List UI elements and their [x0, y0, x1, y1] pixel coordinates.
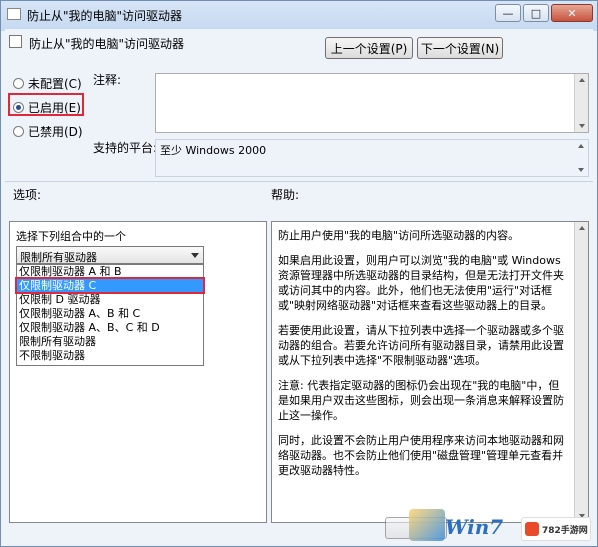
site-logo-icon	[525, 522, 539, 536]
help-scrollbar[interactable]	[574, 222, 588, 522]
radio-circle-selected[interactable]	[13, 102, 24, 113]
divider	[5, 181, 593, 182]
watermark-badge: 782手游网	[521, 517, 591, 541]
radio-label: 未配置(C)	[28, 77, 82, 91]
help-paragraph: 如果启用此设置，则用户可以浏览"我的电脑"或 Windows 资源管理器中所选驱…	[278, 254, 564, 312]
window-controls: — □ ✕	[495, 4, 593, 22]
next-setting-button[interactable]: 下一个设置(N)	[417, 37, 503, 59]
list-item[interactable]: 仅限制驱动器 A、B 和 C	[17, 307, 203, 321]
maximize-button[interactable]: □	[523, 4, 549, 22]
radio-label: 已禁用(D)	[28, 125, 83, 139]
help-panel: 防止用户使用"我的电脑"访问所选驱动器的内容。 如果启用此设置，则用户可以浏览"…	[271, 221, 589, 523]
policy-title: 防止从"我的电脑"访问驱动器	[29, 37, 185, 51]
policy-dialog-window: 防止从"我的电脑"访问驱动器 — □ ✕ 防止从"我的电脑"访问驱动器 上一个设…	[0, 0, 598, 547]
comment-scrollbar[interactable]	[574, 74, 588, 132]
previous-setting-button[interactable]: 上一个设置(P)	[325, 37, 413, 59]
policy-icon	[7, 8, 21, 20]
watermark-site: 782手游网	[542, 525, 588, 536]
comment-label: 注释:	[93, 73, 122, 87]
scroll-up-arrow-icon[interactable]	[579, 78, 585, 82]
close-button[interactable]: ✕	[551, 4, 593, 22]
chevron-down-icon[interactable]	[191, 253, 199, 258]
help-paragraph: 同时，此设置不会防止用户使用程序来访问本地驱动器和网络驱动器。也不会防止他们使用…	[278, 434, 564, 477]
windows-logo-icon	[409, 509, 445, 541]
scroll-down-arrow-icon[interactable]	[578, 168, 584, 172]
drive-restriction-combo[interactable]: 限制所有驱动器	[16, 246, 204, 264]
policy-small-icon	[9, 35, 22, 48]
combo-label: 选择下列组合中的一个	[16, 230, 126, 243]
watermark-brand: Win7	[445, 515, 504, 539]
radio-not-configured[interactable]: 未配置(C)	[13, 75, 82, 92]
help-paragraph: 若要使用此设置，请从下拉列表中选择一个驱动器或多个驱动器的组合。若要允许访问所有…	[278, 324, 564, 367]
radio-label: 已启用(E)	[28, 101, 81, 115]
title-bar[interactable]: 防止从"我的电脑"访问驱动器 — □ ✕	[1, 1, 597, 29]
radio-disabled[interactable]: 已禁用(D)	[13, 123, 83, 140]
minimize-button[interactable]: —	[495, 4, 521, 22]
help-text: 防止用户使用"我的电脑"访问所选驱动器的内容。 如果启用此设置，则用户可以浏览"…	[278, 228, 568, 488]
radio-circle[interactable]	[13, 78, 24, 89]
comment-textbox[interactable]	[155, 73, 589, 133]
help-paragraph: 注意: 代表指定驱动器的图标仍会出现在"我的电脑"中，但是如果用户双击这些图标，…	[278, 379, 564, 422]
scroll-down-arrow-icon[interactable]	[579, 124, 585, 128]
scroll-up-arrow-icon[interactable]	[579, 226, 585, 230]
radio-enabled[interactable]: 已启用(E)	[13, 99, 81, 116]
list-item[interactable]: 仅限制 D 驱动器	[17, 293, 203, 307]
options-panel: 选择下列组合中的一个 限制所有驱动器 仅限制驱动器 A 和 B 仅限制驱动器 C…	[9, 221, 267, 523]
help-paragraph: 防止用户使用"我的电脑"访问所选驱动器的内容。	[278, 229, 520, 242]
list-item[interactable]: 仅限制驱动器 A、B、C 和 D	[17, 321, 203, 335]
window-title: 防止从"我的电脑"访问驱动器	[27, 9, 183, 23]
platform-value: 至少 Windows 2000	[160, 144, 267, 157]
list-item[interactable]: 限制所有驱动器	[17, 335, 203, 349]
platform-box: 至少 Windows 2000	[155, 139, 589, 177]
dialog-content: 防止从"我的电脑"访问驱动器 上一个设置(P) 下一个设置(N) 未配置(C) …	[5, 29, 593, 544]
list-item[interactable]: 不限制驱动器	[17, 349, 203, 363]
options-label: 选项:	[13, 188, 42, 202]
platform-scrollbar[interactable]	[574, 140, 588, 176]
supported-platform-label: 支持的平台:	[93, 141, 158, 155]
highlight-box-drive-c	[15, 277, 205, 294]
help-label: 帮助:	[271, 188, 300, 202]
radio-circle[interactable]	[13, 126, 24, 137]
combo-selected-value: 限制所有驱动器	[20, 251, 97, 264]
scroll-up-arrow-icon[interactable]	[578, 144, 584, 148]
